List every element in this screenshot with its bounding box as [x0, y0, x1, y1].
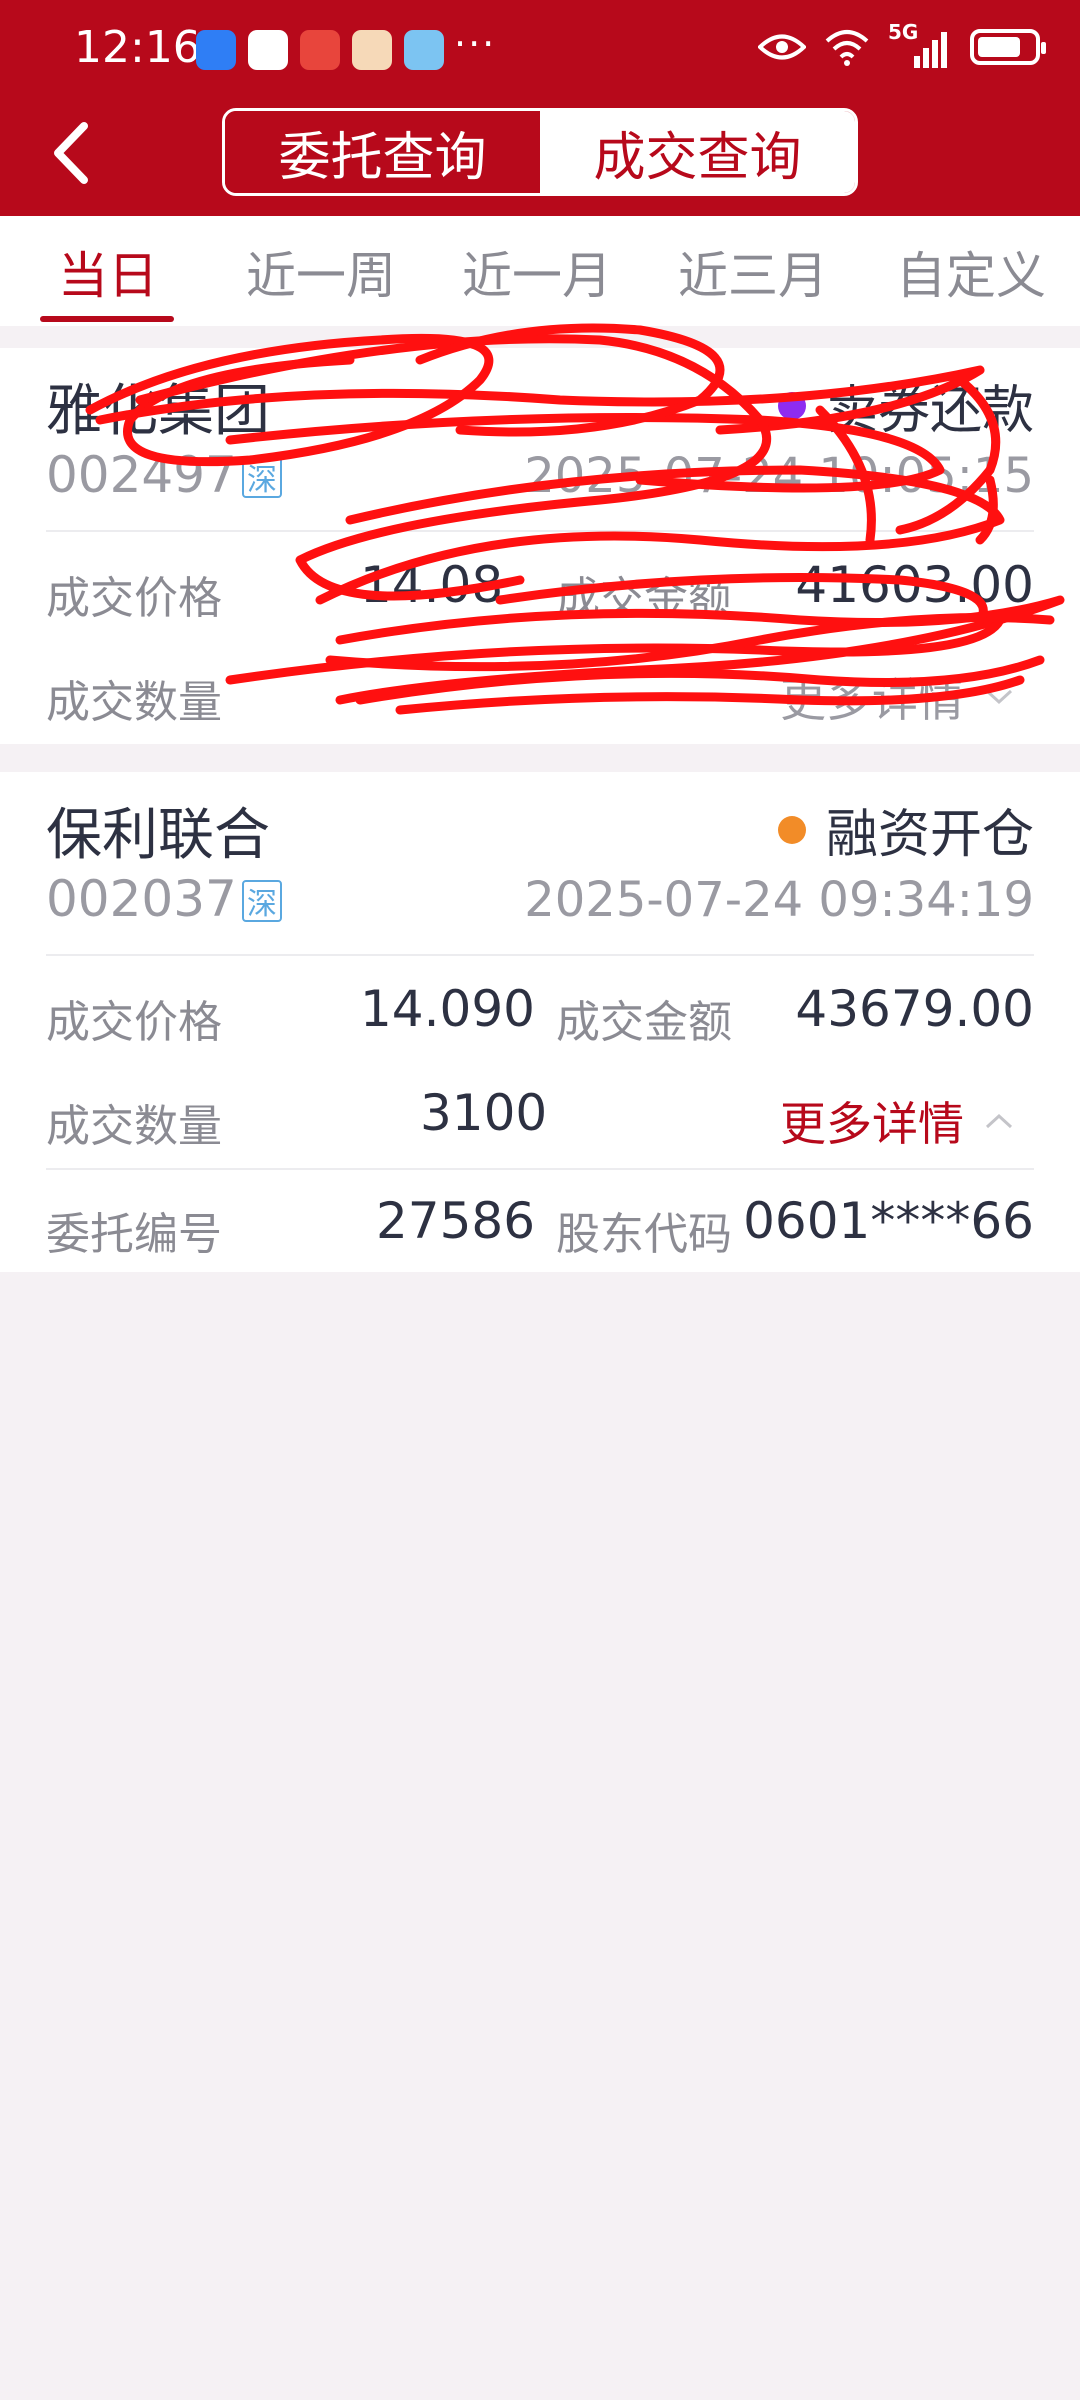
- trade-type: 卖券还款: [777, 368, 1034, 443]
- deal-card[interactable]: 保利联合 002037 深 融资开仓 2025-07-24 09:34:19 成…: [0, 772, 1080, 1272]
- huawei-mall-icon: [300, 30, 340, 70]
- back-arrow-icon[interactable]: [44, 118, 104, 188]
- trade-time: 2025-07-24 10:05:15: [524, 448, 1034, 504]
- order-number-value: 27586: [376, 1192, 536, 1250]
- more-details-label: 更多详情: [780, 1097, 964, 1151]
- wifi-icon: [825, 30, 869, 66]
- price-value: 14.08: [360, 556, 504, 614]
- tab-custom[interactable]: 自定义: [896, 236, 1046, 308]
- active-tab-indicator: [40, 316, 174, 322]
- more-notifications-icon: ···: [454, 22, 497, 66]
- stock-name: 保利联合: [46, 803, 270, 868]
- quantity-label: 成交数量: [46, 677, 222, 728]
- amount-label: 成交金额: [556, 997, 732, 1048]
- eye-icon: [758, 34, 806, 60]
- price-label: 成交价格: [46, 573, 222, 624]
- chevron-down-icon: [985, 689, 1013, 705]
- shareholder-code-value: 0601****66: [743, 1192, 1034, 1250]
- divider: [46, 954, 1034, 956]
- query-type-switch: 委托查询 成交查询: [222, 108, 858, 196]
- more-details-toggle[interactable]: 更多详情: [780, 1088, 1014, 1154]
- notification-icons: [196, 30, 444, 70]
- segment-deal-query[interactable]: 成交查询: [540, 111, 855, 193]
- market-badge: 深: [242, 880, 282, 922]
- order-number-label: 委托编号: [46, 1209, 222, 1260]
- trade-type-dot: [777, 815, 806, 844]
- shareholder-code-label: 股东代码: [556, 1209, 732, 1260]
- status-bar: 12:16 ··· 5G: [0, 0, 1080, 100]
- stock-code: 002037: [46, 870, 237, 928]
- app-store-icon: [196, 30, 236, 70]
- amount-label: 成交金额: [556, 573, 732, 624]
- tab-last-month[interactable]: 近一月: [462, 236, 612, 308]
- chat-app-icon: [248, 30, 288, 70]
- divider: [46, 1168, 1034, 1170]
- amount-value: 43679.00: [795, 980, 1034, 1038]
- stock-code: 002497: [46, 446, 237, 504]
- quantity-value: 3100: [420, 1084, 548, 1142]
- tab-last-week[interactable]: 近一周: [246, 236, 396, 308]
- divider: [46, 530, 1034, 532]
- trade-type-dot: [777, 391, 806, 420]
- tab-last-three-months[interactable]: 近三月: [678, 236, 828, 308]
- tab-today[interactable]: 当日: [58, 236, 158, 308]
- network-type: 5G: [888, 20, 919, 44]
- trade-time: 2025-07-24 09:34:19: [524, 872, 1034, 928]
- segment-order-query[interactable]: 委托查询: [225, 111, 540, 193]
- deal-card[interactable]: 雅化集团 002497 深 卖券还款 2025-07-24 10:05:15 成…: [0, 348, 1080, 744]
- weather-icon: [404, 30, 444, 70]
- chevron-up-icon: [985, 1113, 1013, 1129]
- amount-value: 41603.00: [795, 556, 1034, 614]
- trade-type: 融资开仓: [777, 792, 1034, 867]
- stock-name: 雅化集团: [46, 379, 270, 444]
- trade-type-label: 融资开仓: [825, 805, 1034, 865]
- cartoon-app-icon: [352, 30, 392, 70]
- trade-type-label: 卖券还款: [825, 381, 1034, 441]
- status-time: 12:16: [74, 22, 201, 73]
- quantity-label: 成交数量: [46, 1101, 222, 1152]
- date-range-tabs: 当日 近一周 近一月 近三月 自定义: [0, 216, 1080, 326]
- more-details-label: 更多详情: [780, 673, 964, 727]
- price-label: 成交价格: [46, 997, 222, 1048]
- app-header: 12:16 ··· 5G 委托查询 成交查询: [0, 0, 1080, 216]
- market-badge: 深: [242, 456, 282, 498]
- more-details-toggle[interactable]: 更多详情: [780, 664, 1014, 730]
- battery-icon: [970, 29, 1046, 65]
- signal-icon: 5G: [888, 20, 952, 68]
- price-value: 14.090: [360, 980, 535, 1038]
